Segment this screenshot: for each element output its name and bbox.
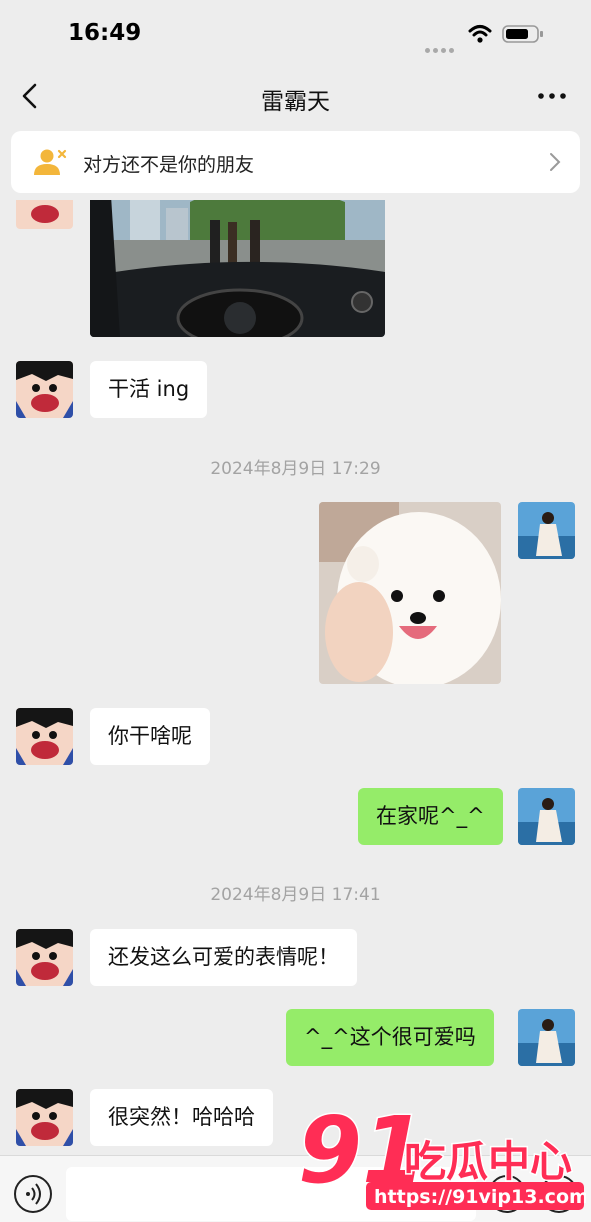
chat-area[interactable]: 干活 ing 2024年8月9日 17:29 你干啥呢 在家呢^_^ 2024年… (0, 200, 591, 1155)
watermark-brand: 吃瓜中心 (404, 1137, 572, 1186)
status-time: 16:49 (68, 20, 142, 46)
watermark-url: https://91vip13.com (374, 1186, 586, 1208)
voice-button[interactable] (14, 1175, 52, 1213)
person-x-icon (34, 149, 67, 175)
avatar[interactable] (16, 361, 73, 418)
avatar[interactable] (16, 1089, 73, 1146)
navbar: 雷霸天 (0, 70, 591, 124)
message-bubble[interactable]: 很突然！哈哈哈 (90, 1089, 273, 1146)
dog-photo-message[interactable] (319, 502, 501, 684)
voice-icon (26, 1183, 41, 1205)
not-friend-banner[interactable]: 对方还不是你的朋友 (11, 131, 580, 193)
message-bubble[interactable]: 干活 ing (90, 361, 208, 418)
page-title: 雷霸天 (261, 89, 330, 115)
timestamp: 2024年8月9日 17:41 (210, 885, 381, 905)
more-icon[interactable] (535, 82, 569, 110)
chevron-right-icon (550, 153, 561, 171)
message-bubble[interactable]: ^_^这个很可爱吗 (286, 1009, 494, 1066)
not-friend-text: 对方还不是你的朋友 (83, 154, 255, 176)
avatar[interactable] (518, 788, 575, 845)
wifi-icon (468, 25, 492, 43)
message-bubble[interactable]: 你干啥呢 (90, 708, 210, 765)
avatar[interactable] (16, 200, 73, 229)
message-bubble[interactable]: 在家呢^_^ (358, 788, 503, 845)
signal-icon (425, 38, 457, 53)
message-bubble[interactable]: 还发这么可爱的表情呢！ (90, 929, 357, 986)
avatar[interactable] (16, 708, 73, 765)
status-bar: 16:49 (0, 0, 591, 70)
battery-icon (502, 25, 543, 43)
timestamp: 2024年8月9日 17:29 (210, 459, 381, 479)
avatar[interactable] (518, 502, 575, 559)
avatar[interactable] (16, 929, 73, 986)
avatar[interactable] (518, 1009, 575, 1066)
car-photo-message[interactable] (90, 200, 385, 337)
watermark-logo: 91 吃瓜中心 https://91vip13.com (297, 1104, 586, 1210)
